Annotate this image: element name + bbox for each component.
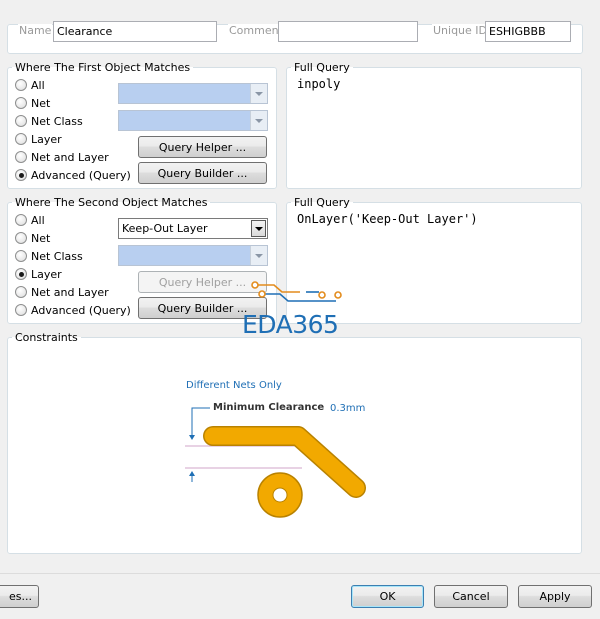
first-full-query-legend: Full Query [294,61,350,74]
different-nets-only-label: Different Nets Only [186,380,282,391]
cancel-button[interactable]: Cancel [434,585,508,608]
radio-checked-icon [15,268,27,280]
first-radio-net-class[interactable]: Net Class [15,113,83,129]
radio-label: Net Class [31,114,83,128]
chevron-down-icon [250,84,267,103]
radio-icon [15,250,27,262]
first-radio-all[interactable]: All [15,77,45,93]
second-full-query-text[interactable]: OnLayer('Keep-Out Layer') [297,212,478,226]
radio-label: Layer [31,267,62,281]
radio-icon [15,151,27,163]
constraints-legend: Constraints [15,331,78,344]
first-net-class-combo[interactable] [118,110,268,131]
second-net-class-combo[interactable] [118,245,268,266]
radio-label: Net [31,231,51,245]
second-layer-combo[interactable]: Keep-Out Layer [118,218,268,239]
second-radio-layer[interactable]: Layer [15,266,62,282]
first-full-query-text[interactable]: inpoly [297,77,340,91]
apply-button[interactable]: Apply [518,585,592,608]
first-radio-layer[interactable]: Layer [15,131,62,147]
name-field[interactable]: Clearance [53,21,217,42]
radio-icon [15,214,27,226]
first-query-helper-button[interactable]: Query Helper ... [138,136,267,158]
radio-icon [15,115,27,127]
radio-label: Net and Layer [31,285,109,299]
first-radio-advanced[interactable]: Advanced (Query) [15,167,131,183]
footer-separator [0,573,600,574]
chevron-down-icon [251,220,266,237]
second-radio-net-class[interactable]: Net Class [15,248,83,264]
first-object-legend: Where The First Object Matches [15,61,191,74]
radio-checked-icon [15,169,27,181]
radio-label: Advanced (Query) [31,168,131,182]
ok-button[interactable]: OK [351,585,424,608]
left-partial-button[interactable]: es... [0,585,39,608]
radio-label: All [31,78,45,92]
second-radio-net[interactable]: Net [15,230,50,246]
second-radio-net-and-layer[interactable]: Net and Layer [15,284,109,300]
radio-label: Net and Layer [31,150,109,164]
layer-combo-value: Keep-Out Layer [122,222,208,235]
radio-icon [15,286,27,298]
first-radio-net[interactable]: Net [15,95,50,111]
second-radio-advanced[interactable]: Advanced (Query) [15,302,131,318]
radio-label: Layer [31,132,62,146]
comment-label: Comment [228,24,284,37]
clearance-diagram [185,407,366,518]
radio-label: Net [31,96,51,110]
radio-icon [15,232,27,244]
radio-icon [15,79,27,91]
radio-icon [15,97,27,109]
radio-label: Advanced (Query) [31,303,131,317]
second-radio-all[interactable]: All [15,212,45,228]
comment-field[interactable] [278,21,418,42]
radio-label: Net Class [31,249,83,263]
unique-id-label: Unique ID [432,24,489,37]
second-full-query-legend: Full Query [294,196,350,209]
name-label: Name [18,24,53,37]
radio-label: All [31,213,45,227]
chevron-down-icon [250,246,267,265]
unique-id-field[interactable]: ESHIGBBB [485,21,571,42]
radio-icon [15,304,27,316]
chevron-down-icon [250,111,267,130]
radio-icon [15,133,27,145]
first-net-combo[interactable] [118,83,268,104]
second-object-legend: Where The Second Object Matches [15,196,208,209]
first-radio-net-and-layer[interactable]: Net and Layer [15,149,109,165]
first-query-builder-button[interactable]: Query Builder ... [138,162,267,184]
